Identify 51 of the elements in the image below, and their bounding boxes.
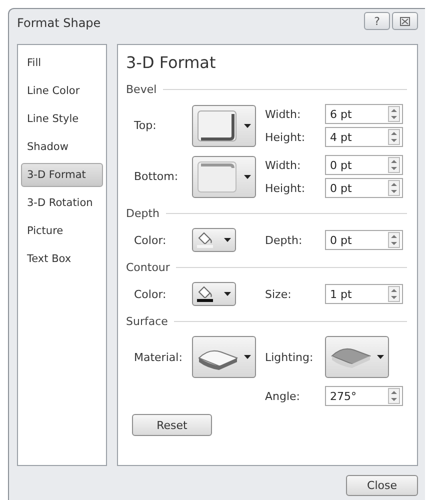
- spinner-arrows-icon[interactable]: [388, 388, 400, 404]
- row-label: Color:: [134, 288, 168, 300]
- panel-title: 3-D Format: [126, 53, 217, 72]
- row-label: Color:: [134, 234, 168, 246]
- field-label: Height:: [265, 182, 306, 194]
- section-title: Contour: [126, 261, 170, 274]
- close-button[interactable]: [392, 12, 418, 30]
- category-item[interactable]: 3-D Format: [21, 163, 103, 187]
- bevel-preset-icon: [197, 160, 237, 192]
- field-label: Width:: [265, 108, 302, 120]
- caret-icon: [244, 124, 251, 128]
- category-item[interactable]: Line Color: [21, 79, 103, 103]
- field-label: Width:: [265, 158, 302, 172]
- row-label: Top:: [134, 119, 158, 132]
- bevel-preset-icon: [197, 110, 237, 142]
- preset-dropdown[interactable]: [192, 104, 256, 146]
- category-item[interactable]: Shadow: [21, 135, 103, 159]
- section-title: Bevel: [126, 83, 157, 96]
- field-label: Size:: [265, 288, 292, 300]
- row-label: Bottom:: [134, 170, 180, 183]
- caret-icon: [244, 355, 251, 359]
- field-label: Angle:: [265, 390, 302, 402]
- category-item[interactable]: Text Box: [21, 247, 103, 271]
- row-label: Material:: [134, 350, 184, 364]
- preset-dropdown[interactable]: [192, 282, 236, 306]
- spinner-arrows-icon[interactable]: [388, 232, 400, 248]
- close-dialog-button[interactable]: Close: [346, 475, 418, 496]
- paint-bucket-icon: [197, 286, 213, 298]
- spinner-arrows-icon[interactable]: [388, 180, 400, 196]
- field-label: Height:: [265, 130, 306, 144]
- category-item[interactable]: Picture: [21, 219, 103, 243]
- reset-button[interactable]: Reset: [132, 414, 212, 436]
- section-title: Depth: [126, 207, 160, 220]
- spinner-arrows-icon[interactable]: [388, 286, 400, 302]
- category-item[interactable]: Line Style: [21, 107, 103, 131]
- category-item[interactable]: Fill: [21, 51, 103, 75]
- spinner-arrows-icon[interactable]: [388, 157, 400, 173]
- caret-icon: [377, 355, 384, 359]
- spinner-arrows-icon[interactable]: [388, 106, 400, 122]
- caret-icon: [224, 292, 231, 296]
- caret-icon: [244, 174, 251, 178]
- section-title: Surface: [126, 315, 168, 328]
- close-icon: [400, 16, 410, 26]
- paint-bucket-icon: [197, 232, 213, 244]
- category-item[interactable]: 3-D Rotation: [21, 191, 103, 215]
- row-label: Lighting:: [265, 350, 314, 364]
- spinner-arrows-icon[interactable]: [388, 129, 400, 145]
- field-label: Depth:: [265, 234, 304, 246]
- caret-icon: [224, 238, 231, 242]
- window-title: Format Shape: [17, 16, 101, 30]
- help-button[interactable]: ?: [364, 12, 390, 30]
